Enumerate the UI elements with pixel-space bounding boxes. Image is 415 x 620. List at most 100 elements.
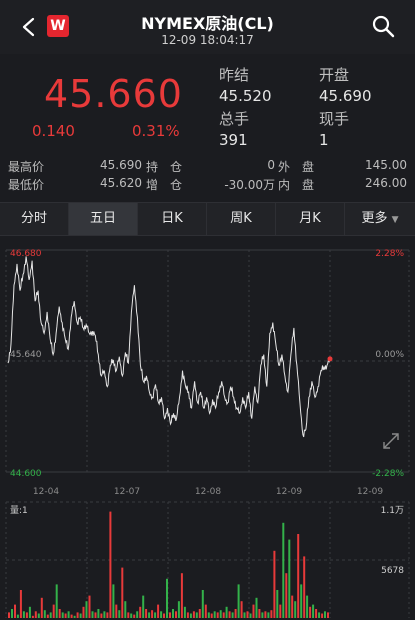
volume-bar: [318, 612, 321, 618]
volume-bar: [264, 611, 267, 618]
volume-bar: [91, 611, 94, 618]
volume-bar: [25, 612, 28, 618]
current-volume-value: 1: [319, 131, 329, 149]
tab-daily-k[interactable]: 日K: [138, 203, 207, 235]
volume-bar: [34, 611, 37, 618]
volume-bar: [73, 615, 76, 618]
volume-bar: [160, 611, 163, 618]
open-label: 开盘: [319, 66, 350, 84]
volume-bar: [282, 522, 285, 618]
volume-bar: [261, 612, 264, 618]
volume-bar: [297, 534, 300, 618]
volume-bar: [234, 609, 237, 618]
app-header: W NYMEX原油(CL) 12-09 18:04:17: [0, 0, 415, 54]
x-tick-label: 12-07: [114, 487, 140, 497]
outer-label: 外 盘: [278, 160, 315, 174]
search-icon[interactable]: [371, 14, 395, 38]
prev-close-label: 昨结: [219, 66, 250, 84]
volume-bar: [255, 597, 258, 618]
volume-bar: [276, 590, 279, 618]
volume-bar: [121, 567, 124, 618]
chart-grid: [5, 249, 410, 473]
inner-label: 内 盘: [278, 178, 315, 192]
increase-value: -30.00万: [224, 178, 275, 192]
hold-value: 0: [267, 158, 275, 172]
volume-bar: [315, 609, 318, 618]
volume-bar: [294, 601, 297, 618]
page-title: NYMEX原油(CL): [141, 14, 274, 33]
quote-timestamp: 12-09 18:04:17: [161, 33, 254, 47]
price-chart[interactable]: 46.680 45.640 44.600 2.28% 0.00% -2.28% …: [0, 236, 415, 498]
high-label: 最高价: [8, 160, 45, 174]
stats-row-2: 最低价 45.620 增 仓 -30.00万 内 盘 246.00: [0, 176, 415, 194]
volume-bar: [300, 584, 303, 618]
volume-bar: [312, 604, 315, 618]
volume-bar: [14, 604, 16, 618]
x-tick-label: 12-09: [276, 487, 302, 497]
tab-monthly-k[interactable]: 月K: [276, 203, 345, 235]
volume-bar: [213, 611, 216, 618]
volume-bar: [166, 578, 168, 618]
volume-mid-label: 5678: [381, 566, 404, 576]
volume-label: 量:1: [10, 505, 28, 516]
hold-label: 持 仓: [146, 160, 183, 174]
volume-bar: [115, 604, 118, 618]
low-label: 最低价: [8, 178, 45, 192]
tab-more[interactable]: 更多 ▼: [345, 203, 415, 235]
volume-grid: [5, 501, 410, 618]
volume-bar: [249, 613, 252, 618]
volume-bar: [291, 595, 294, 618]
volume-bar: [67, 611, 70, 618]
volume-bar: [19, 590, 22, 618]
volume-bar: [246, 611, 249, 618]
volume-bar: [136, 611, 139, 618]
dropdown-triangle-icon: ▼: [391, 215, 399, 225]
volume-bar: [231, 612, 234, 618]
volume-bar: [154, 612, 157, 618]
tab-intraday[interactable]: 分时: [0, 203, 69, 235]
volume-bar: [124, 601, 127, 618]
volume-bar: [70, 614, 73, 618]
volume-bar: [22, 611, 25, 618]
volume-bar: [85, 601, 88, 618]
volume-bar: [195, 612, 198, 618]
volume-bar: [216, 612, 219, 618]
volume-bar: [8, 612, 10, 618]
volume-bar: [288, 539, 291, 618]
volume-bar: [106, 612, 109, 618]
stats-panel: 最高价 45.690 持 仓 0 外 盘 145.00 最低价 45.620 增…: [0, 156, 415, 196]
volume-bar: [94, 612, 97, 618]
total-volume-block: 总手 391: [219, 108, 249, 149]
volume-bar: [324, 611, 326, 618]
volume-bar: [31, 615, 34, 618]
pct-top-label: 2.28%: [375, 249, 404, 259]
volume-bar: [145, 609, 148, 618]
volume-bar: [139, 606, 142, 618]
high-value: 45.690: [100, 158, 142, 172]
outer-value: 145.00: [365, 158, 407, 172]
volume-bar: [198, 609, 201, 618]
volume-bar: [273, 550, 276, 618]
price-change-percent: 0.31%: [132, 122, 180, 140]
volume-bar: [303, 556, 306, 618]
price-change: 0.140: [32, 122, 75, 140]
volume-bar: [192, 611, 195, 618]
volume-chart[interactable]: 量:1 1.1万 5678: [0, 500, 415, 620]
volume-bar: [321, 613, 324, 618]
volume-bar: [40, 597, 43, 618]
tab-more-label: 更多: [361, 211, 388, 226]
tab-five-day[interactable]: 五日: [69, 203, 138, 235]
increase-label: 增 仓: [146, 178, 183, 192]
volume-bar: [177, 601, 180, 618]
prev-close-value: 45.520: [219, 87, 272, 105]
volume-bar: [201, 590, 204, 618]
volume-bar: [28, 606, 31, 618]
expand-icon[interactable]: [383, 433, 399, 449]
prev-close-block: 昨结 45.520: [219, 64, 272, 105]
volume-max-label: 1.1万: [381, 506, 404, 516]
volume-bar: [219, 610, 222, 618]
tab-weekly-k[interactable]: 周K: [207, 203, 276, 235]
price-bottom-label: 44.600: [10, 469, 42, 479]
period-tabs: 分时 五日 日K 周K 月K 更多 ▼: [0, 202, 415, 236]
current-volume-block: 现手 1: [319, 108, 349, 149]
